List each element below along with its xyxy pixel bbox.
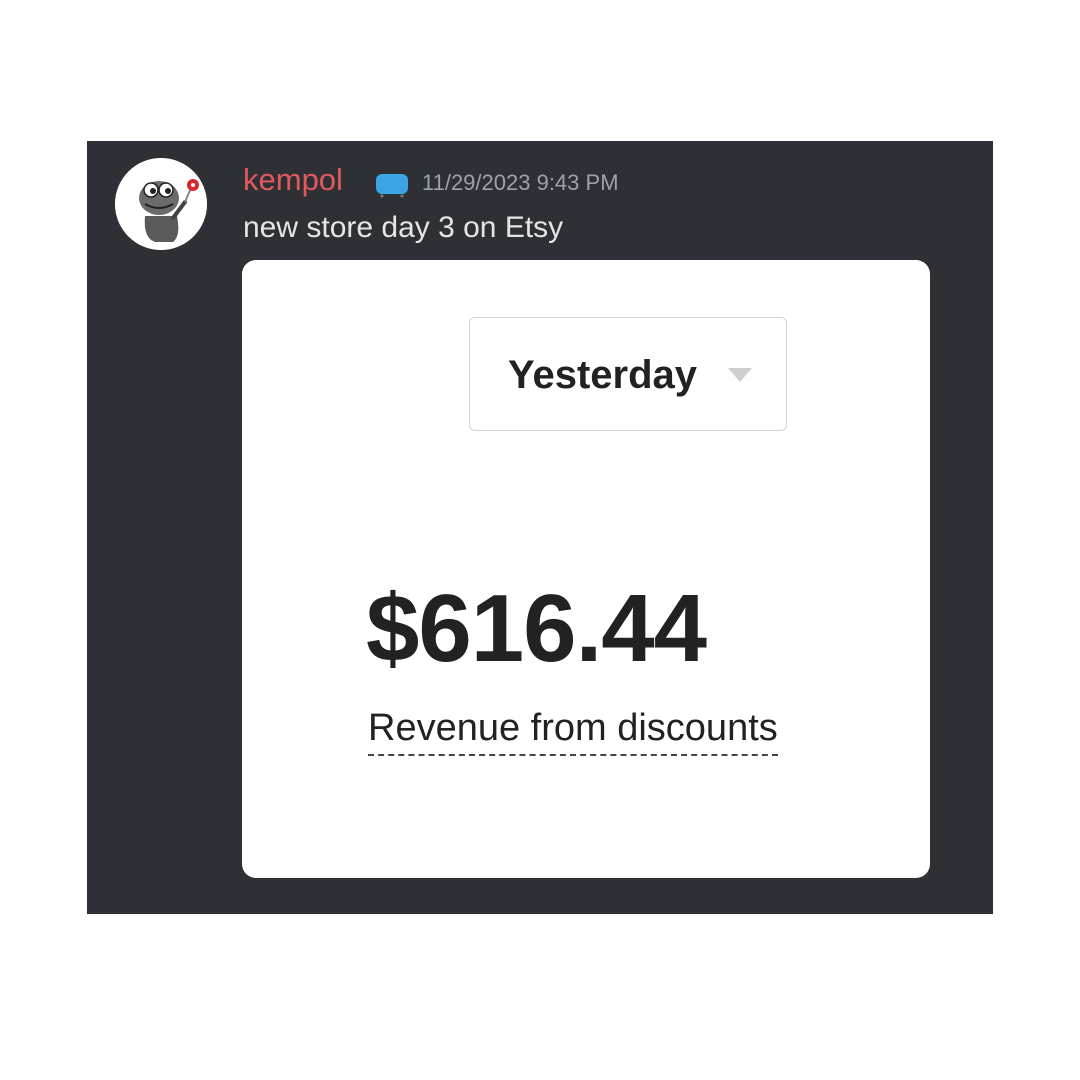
chat-badge-icon (376, 174, 408, 198)
message-timestamp: 11/29/2023 9:43 PM (422, 170, 619, 195)
period-select[interactable]: Yesterday (469, 317, 787, 431)
revenue-label[interactable]: Revenue from discounts (368, 706, 778, 756)
image-attachment[interactable]: Yesterday $616.44 Revenue from discounts (242, 260, 930, 878)
frog-avatar-icon (115, 158, 207, 250)
username[interactable]: kempol (243, 161, 343, 199)
avatar[interactable] (115, 158, 207, 250)
caret-down-icon (728, 368, 752, 382)
period-select-value: Yesterday (508, 353, 698, 397)
chat-message-panel: kempol 11/29/2023 9:43 PM new store day … (87, 141, 993, 914)
revenue-amount: $616.44 (366, 575, 707, 682)
message-text: new store day 3 on Etsy (243, 211, 564, 244)
